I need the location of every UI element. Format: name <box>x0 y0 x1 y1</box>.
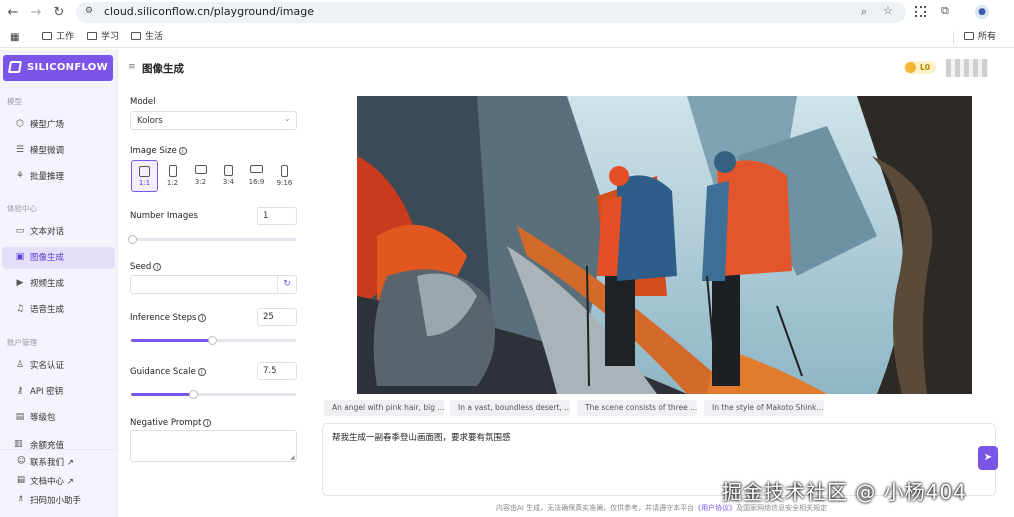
size-option-3-4[interactable]: 3:4 <box>215 160 242 192</box>
menu-icon[interactable]: ≡ <box>128 62 136 72</box>
inference-steps-slider-fill <box>131 339 213 342</box>
guidance-scale-slider-fill <box>131 393 194 396</box>
size-option-16-9[interactable]: 16:9 <box>243 160 270 192</box>
sidebar-section-title: 体验中心 <box>7 204 37 213</box>
extensions-icon[interactable]: ⧉ <box>941 4 949 18</box>
guidance-scale-slider-handle[interactable] <box>189 390 198 399</box>
number-images-label: Number Images <box>130 211 198 221</box>
crown-icon <box>905 62 916 73</box>
number-images-slider-handle[interactable] <box>128 235 137 244</box>
inference-steps-value: 25 <box>263 312 274 322</box>
avatar[interactable] <box>946 59 988 77</box>
key-icon: ⚷ <box>16 386 24 396</box>
model-label: Model <box>130 97 156 107</box>
all-bookmarks-folder[interactable]: 所有 <box>964 31 996 44</box>
package-icon: ▤ <box>15 412 25 422</box>
sidebar-section-title: 账户管理 <box>7 338 37 347</box>
video-icon: ▶ <box>16 278 24 288</box>
sidebar-item-recharge-clip[interactable]: 余额充值 ▥ <box>2 433 115 449</box>
guidance-scale-label: Guidance Scale i <box>130 367 206 377</box>
info-icon: i <box>203 419 212 427</box>
model-value: Kolors <box>137 116 163 126</box>
folder-icon <box>87 32 97 40</box>
qr-code-icon[interactable] <box>915 6 926 17</box>
info-icon: i <box>178 147 187 155</box>
prompt-suggestion-chip[interactable]: The scene consists of three ... <box>577 400 697 416</box>
wallet-icon: ▥ <box>14 439 23 449</box>
prompt-text[interactable]: 帮我生成一副春季登山画面图，要求要有氛围感 <box>332 431 511 443</box>
prompt-suggestion-chip[interactable]: In the style of Makoto Shink... <box>704 400 824 416</box>
back-arrow-icon[interactable]: ← <box>4 4 22 22</box>
profile-icon[interactable]: ● <box>975 5 989 19</box>
watermark: 掘金技术社区 @ 小杨404 <box>722 480 967 504</box>
number-images-value: 1 <box>263 211 269 221</box>
user-check-icon: ♙ <box>15 360 25 370</box>
sidebar-item-label: 余额充值 <box>30 441 65 449</box>
folder-icon <box>131 32 141 40</box>
chat-icon: ▭ <box>15 226 25 236</box>
logo-mark-icon <box>7 61 23 73</box>
prompt-suggestion-chip[interactable]: In a vast, boundless desert, ... <box>450 400 570 416</box>
generated-image[interactable] <box>357 96 972 394</box>
refresh-seed-icon[interactable]: ↻ <box>277 276 296 293</box>
page-title: 图像生成 <box>142 63 184 75</box>
forward-arrow-icon[interactable]: → <box>27 4 45 22</box>
doc-icon: ▤ <box>17 475 26 485</box>
size-option-3-2[interactable]: 3:2 <box>187 160 214 192</box>
site-settings-icon[interactable]: ⚙ <box>85 6 93 16</box>
size-option-1-2[interactable]: 1:2 <box>159 160 186 192</box>
info-icon: i <box>198 314 207 322</box>
seed-input[interactable] <box>130 275 297 294</box>
negative-prompt-label: Negative Prompt i <box>130 418 212 428</box>
apps-grid-icon[interactable]: ▦ <box>10 31 19 44</box>
star-icon[interactable]: ☆ <box>883 4 893 17</box>
zoom-icon[interactable]: ⌕ <box>861 5 867 19</box>
inference-steps-slider-handle[interactable] <box>208 336 217 345</box>
number-images-slider[interactable] <box>131 238 296 241</box>
size-option-9-16[interactable]: 9:16 <box>271 160 298 192</box>
folder-icon <box>42 32 52 40</box>
smile-icon: ☺ <box>17 456 26 466</box>
send-icon: ➤ <box>983 452 993 463</box>
divider <box>0 449 117 450</box>
inference-steps-label: Inference Steps i <box>130 313 207 323</box>
reload-icon[interactable]: ↻ <box>50 4 68 22</box>
qr-user-icon: ♗ <box>17 494 25 504</box>
generate-button[interactable]: ➤ <box>978 446 998 470</box>
bookmark-folder[interactable]: 工作 <box>42 31 74 44</box>
contact-us-link[interactable]: 联系我们 ↗ <box>30 456 74 468</box>
bookmark-folder[interactable]: 学习 <box>87 31 119 44</box>
prompt-suggestion-chip[interactable]: An angel with pink hair, big ... <box>324 400 444 416</box>
guidance-scale-value: 7.5 <box>263 366 277 376</box>
assistant-link[interactable]: 扫码加小助手 <box>30 494 81 506</box>
seed-label: Seed i <box>130 262 162 272</box>
folder-icon <box>964 32 974 40</box>
resize-handle-icon[interactable]: ◢ <box>290 454 295 461</box>
negative-prompt-input[interactable] <box>130 430 297 462</box>
user-agreement-link[interactable]: 《用户协议》 <box>694 504 736 512</box>
size-option-1-1[interactable]: 1:1 <box>131 160 158 192</box>
chevron-down-icon: ⌄ <box>284 114 291 123</box>
image-size-label: Image Size i <box>130 146 187 156</box>
bookmark-folder[interactable]: 生活 <box>131 31 163 44</box>
info-icon: i <box>153 263 162 271</box>
docs-link[interactable]: 文档中心 ↗ <box>30 475 74 487</box>
generated-image-art <box>357 96 972 394</box>
url-text[interactable]: cloud.siliconflow.cn/playground/image <box>104 5 314 18</box>
mic-icon: ♫ <box>15 304 25 314</box>
batch-icon: ⚘ <box>15 171 25 181</box>
divider <box>953 31 954 44</box>
sidebar-section-title: 模型 <box>7 97 22 106</box>
sliders-icon: ☰ <box>15 145 25 155</box>
info-icon: i <box>197 368 206 376</box>
cube-icon: ⬡ <box>16 119 24 129</box>
image-icon: ▣ <box>15 252 25 262</box>
